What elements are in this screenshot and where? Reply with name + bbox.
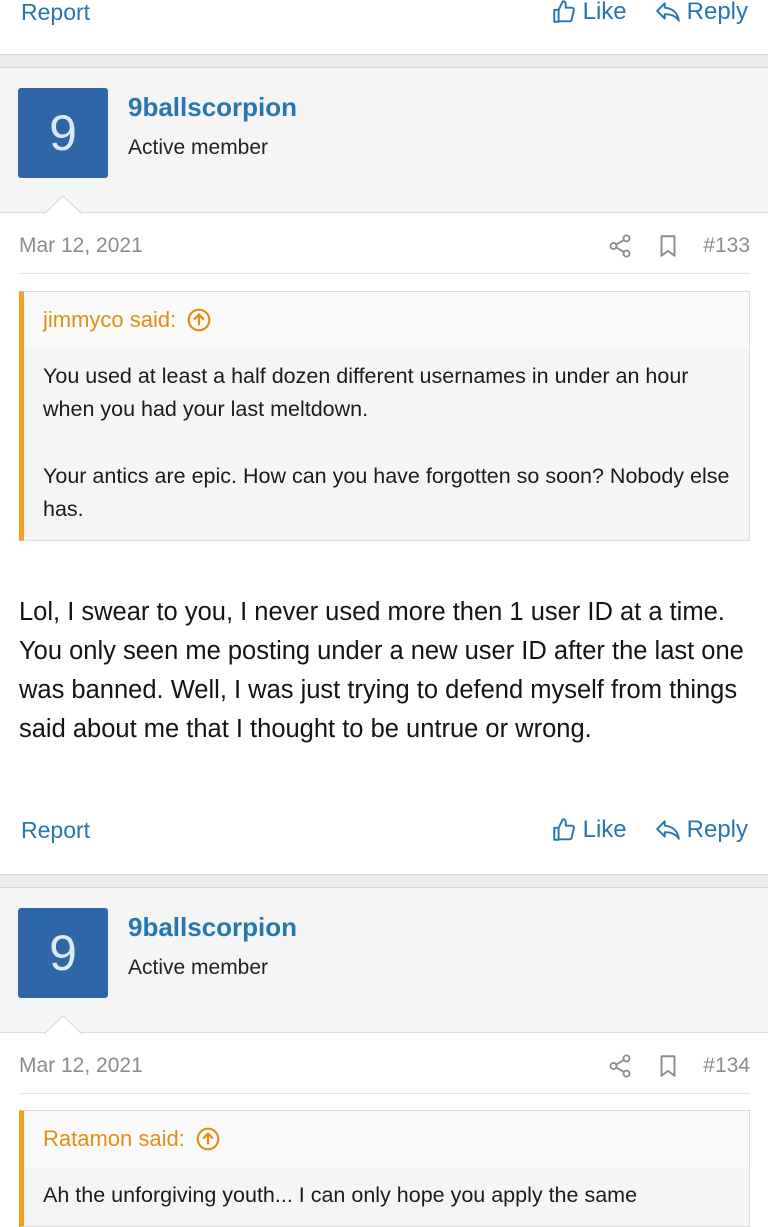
post-tools: #133 [607, 233, 750, 259]
report-link[interactable]: Report [21, 0, 90, 26]
reply-label: Reply [686, 0, 748, 25]
quote-body: You used at least a half dozen different… [24, 348, 749, 540]
post-date[interactable]: Mar 12, 2021 [19, 234, 143, 258]
quote-author[interactable]: Ratamon said: [43, 1126, 185, 1152]
user-header: 9 9ballscorpion Active member [0, 888, 768, 1034]
report-link[interactable]: Report [21, 817, 90, 844]
quote-author[interactable]: jimmyco said: [43, 307, 176, 333]
like-label: Like [582, 816, 627, 843]
arrow-up-circle-icon[interactable] [186, 307, 212, 333]
post-separator [0, 54, 768, 68]
username-link[interactable]: 9ballscorpion [128, 92, 297, 123]
username-link[interactable]: 9ballscorpion [128, 912, 297, 943]
quote-paragraph: Your antics are epic. How can you have f… [43, 464, 730, 521]
reply-label: Reply [686, 816, 748, 843]
quote-header[interactable]: jimmyco said: [24, 292, 749, 348]
thumbs-up-icon [552, 0, 575, 23]
post-actions-top: Report Like Reply [0, 0, 768, 32]
avatar[interactable]: 9 [18, 88, 108, 178]
reply-icon [655, 2, 680, 22]
post-meta: Mar 12, 2021 #134 [19, 1038, 750, 1094]
user-title: Active member [128, 956, 269, 979]
user-title: Active member [128, 136, 269, 159]
post-meta: Mar 12, 2021 #133 [19, 218, 750, 274]
share-icon[interactable] [607, 1053, 633, 1079]
like-button[interactable]: Like [551, 816, 627, 844]
thumbs-up-icon [552, 818, 575, 841]
post-actions: Report Like Reply [0, 810, 768, 850]
post-separator [0, 874, 768, 888]
action-group: Like Reply [551, 0, 748, 26]
reply-button[interactable]: Reply [655, 0, 748, 26]
quote-body: Ah the unforgiving youth... I can only h… [24, 1167, 749, 1226]
quote-header[interactable]: Ratamon said: [24, 1111, 749, 1167]
action-group: Like Reply [551, 816, 748, 844]
bookmark-icon[interactable] [655, 233, 681, 259]
share-icon[interactable] [607, 233, 633, 259]
quote-paragraph: Ah the unforgiving youth... I can only h… [43, 1183, 638, 1207]
post-date[interactable]: Mar 12, 2021 [19, 1054, 143, 1078]
reply-button[interactable]: Reply [655, 816, 748, 844]
like-label: Like [582, 0, 627, 25]
user-header: 9 9ballscorpion Active member [0, 68, 768, 214]
post-number[interactable]: #133 [703, 234, 750, 258]
arrow-up-circle-icon[interactable] [195, 1126, 221, 1152]
like-button[interactable]: Like [551, 0, 627, 26]
quote-block: jimmyco said: You used at least a half d… [19, 291, 750, 541]
quote-paragraph: You used at least a half dozen different… [43, 364, 689, 421]
quote-block: Ratamon said: Ah the unforgiving youth..… [19, 1110, 750, 1227]
post-message: Lol, I swear to you, I never used more t… [19, 598, 744, 743]
bookmark-icon[interactable] [655, 1053, 681, 1079]
post-number[interactable]: #134 [703, 1054, 750, 1078]
avatar[interactable]: 9 [18, 908, 108, 998]
post-tools: #134 [607, 1053, 750, 1079]
reply-icon [655, 820, 680, 840]
